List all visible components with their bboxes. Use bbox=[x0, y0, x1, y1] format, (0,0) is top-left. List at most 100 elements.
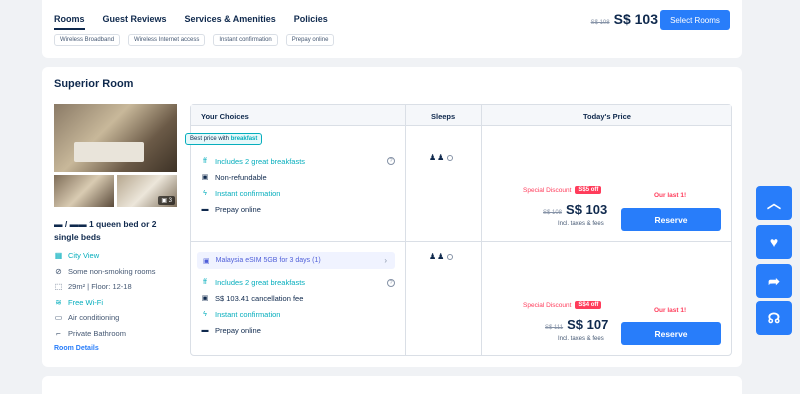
share-icon: ➦ bbox=[768, 272, 780, 289]
cancel-fee-icon: ▣ bbox=[201, 295, 209, 302]
no-smoking-icon: ⊘ bbox=[55, 266, 62, 276]
chevron-right-icon: › bbox=[384, 256, 387, 265]
window-icon: ▦ bbox=[54, 251, 63, 261]
rate-table: Your Choices Sleeps Today's Price Best p… bbox=[185, 104, 732, 356]
breakfast-icon: ff bbox=[203, 278, 207, 286]
bed-icon: ▬ / ▬▬ bbox=[54, 219, 89, 229]
help-icon[interactable]: ? bbox=[387, 157, 395, 165]
breakfast-icon: ff bbox=[203, 157, 207, 165]
choice-label: S$ 103.41 cancellation fee bbox=[215, 293, 304, 303]
choice-row: ▣ S$ 103.41 cancellation fee bbox=[201, 290, 305, 306]
choice-row: ▬ Prepay online bbox=[201, 322, 305, 338]
support-button[interactable]: ☊ bbox=[756, 301, 792, 335]
discount-tag: S$4 off bbox=[575, 301, 602, 309]
sleeps-indicator: ♟♟ bbox=[429, 153, 454, 162]
room-photo-main[interactable] bbox=[54, 104, 177, 172]
choice-row: ▬ Prepay online bbox=[201, 201, 305, 217]
choice-label: Instant confirmation bbox=[215, 188, 281, 198]
tab-rooms[interactable]: Rooms bbox=[54, 14, 85, 30]
esim-addon[interactable]: ▣ Malaysia eSIM 5GB for 3 days (1) › bbox=[197, 252, 395, 269]
header-your-choices: Your Choices bbox=[201, 112, 249, 121]
last-one-label: Our last 1! bbox=[654, 307, 687, 314]
amenity-row: ⬚ 29m² | Floor: 12-18 bbox=[54, 279, 156, 295]
choice-row: ϟ Instant confirmation bbox=[201, 306, 305, 322]
discount-tag: S$5 off bbox=[575, 186, 602, 194]
favorite-icon: ♥ bbox=[769, 234, 779, 250]
best-price-badge: Best price with breakfast bbox=[185, 133, 263, 145]
info-icon[interactable] bbox=[447, 154, 454, 161]
badge-bold: breakfast bbox=[230, 136, 258, 142]
taxes-note: Incl. taxes & fees bbox=[558, 221, 604, 227]
badge-prefix: Best price with bbox=[190, 136, 231, 142]
lightning-icon: ϟ bbox=[203, 310, 207, 318]
choice-label: Prepay online bbox=[215, 325, 261, 335]
amenity-row: ≋ Free Wi-Fi bbox=[54, 295, 156, 311]
option-2-price: S$ 111 S$ 107 bbox=[545, 317, 608, 332]
bathroom-icon: ⌐ bbox=[56, 328, 61, 338]
room-details-link[interactable]: Room Details bbox=[54, 345, 99, 352]
back-to-top-icon: ︿ bbox=[767, 195, 781, 211]
choice-label: Non-refundable bbox=[215, 172, 267, 182]
old-price: S$ 111 bbox=[545, 325, 564, 331]
current-price: S$ 103 bbox=[566, 202, 608, 217]
back-to-top-button[interactable]: ︿ bbox=[756, 186, 792, 220]
room-title: Superior Room bbox=[54, 78, 134, 90]
rate-table-header: Your Choices Sleeps Today's Price bbox=[191, 105, 731, 126]
nav-price: S$ 108 S$ 103 bbox=[591, 11, 658, 27]
divider bbox=[405, 105, 406, 355]
info-icon[interactable] bbox=[447, 253, 454, 260]
room-photos: ▣ 3 bbox=[54, 104, 177, 207]
choice-label: Includes 2 great breakfasts bbox=[215, 156, 306, 166]
room-photo-thumb[interactable] bbox=[54, 175, 114, 207]
select-rooms-button[interactable]: Select Rooms bbox=[660, 10, 730, 30]
option-2-choices: ff Includes 2 great breakfasts ▣ S$ 103.41… bbox=[201, 274, 306, 338]
support-icon: ☊ bbox=[767, 309, 781, 326]
taxes-note: Incl. taxes & fees bbox=[558, 336, 604, 342]
chip: Instant confirmation bbox=[213, 34, 278, 46]
share-button[interactable]: ➦ bbox=[756, 264, 792, 298]
area-icon: ⬚ bbox=[54, 282, 63, 292]
option-1-choices: ff Includes 2 great breakfasts ▣ Non-refun… bbox=[201, 153, 306, 217]
esim-label: Malaysia eSIM 5GB for 3 days (1) bbox=[215, 257, 321, 264]
chip: Wireless Broadband bbox=[54, 34, 121, 46]
tab-services-amenities[interactable]: Services & Amenities bbox=[185, 14, 276, 30]
room-photo-thumb[interactable]: ▣ 3 bbox=[117, 175, 177, 207]
discount-label: Special Discount bbox=[523, 186, 572, 194]
sleeps-indicator: ♟♟ bbox=[429, 252, 454, 261]
amenity-label: Air conditioning bbox=[68, 313, 120, 323]
header-sleeps: Sleeps bbox=[431, 112, 456, 121]
old-price: S$ 108 bbox=[543, 210, 563, 216]
amenity-label: Free Wi-Fi bbox=[68, 297, 103, 307]
next-room-card bbox=[42, 376, 742, 394]
choice-label: Instant confirmation bbox=[215, 309, 281, 319]
chip: Prepay online bbox=[285, 34, 335, 46]
amenity-row: ▭ Air conditioning bbox=[54, 310, 156, 326]
header-todays-price: Today's Price bbox=[583, 112, 631, 121]
photo-count-badge[interactable]: ▣ 3 bbox=[158, 196, 175, 205]
choice-label: Includes 2 great breakfasts bbox=[215, 277, 306, 287]
choice-label: Prepay online bbox=[215, 204, 261, 214]
photo-count: 3 bbox=[168, 198, 172, 204]
tab-policies[interactable]: Policies bbox=[294, 14, 328, 30]
favorite-button[interactable]: ♥ bbox=[756, 225, 792, 259]
nav-current-price: S$ 103 bbox=[613, 11, 658, 27]
option-1-price: S$ 108 S$ 103 bbox=[543, 202, 607, 217]
wifi-icon: ≋ bbox=[55, 297, 62, 307]
reserve-button[interactable]: Reserve bbox=[621, 208, 721, 231]
amenity-row: ⌐ Private Bathroom bbox=[54, 326, 156, 342]
nav-old-price: S$ 108 bbox=[590, 20, 610, 26]
reserve-button[interactable]: Reserve bbox=[621, 322, 721, 345]
amenity-label: Some non-smoking rooms bbox=[68, 266, 156, 276]
amenity-label: City View bbox=[68, 251, 100, 261]
tab-guest-reviews[interactable]: Guest Reviews bbox=[103, 14, 167, 30]
amenity-row: ⊘ Some non-smoking rooms bbox=[54, 264, 156, 280]
lightning-icon: ϟ bbox=[203, 189, 207, 197]
photo-icon: ▣ bbox=[161, 198, 169, 204]
choice-row: ϟ Instant confirmation bbox=[201, 185, 305, 201]
card-icon: ▬ bbox=[201, 326, 209, 334]
nav-tabs: Rooms Guest Reviews Services & Amenities… bbox=[54, 14, 328, 30]
room-nav-bar: Rooms Guest Reviews Services & Amenities… bbox=[42, 0, 742, 58]
special-discount: Special Discount S$5 off bbox=[523, 186, 602, 194]
amenity-label: Private Bathroom bbox=[68, 328, 126, 338]
help-icon[interactable]: ? bbox=[387, 279, 395, 287]
